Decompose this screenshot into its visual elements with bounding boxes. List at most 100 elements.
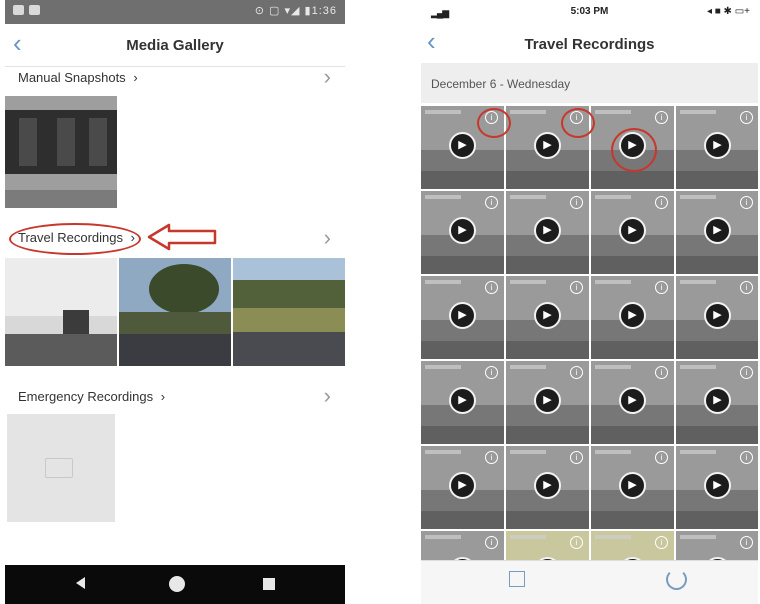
info-icon[interactable]: i — [485, 196, 498, 209]
chevron-right-icon[interactable]: › — [324, 66, 331, 88]
info-icon[interactable]: i — [485, 366, 498, 379]
recents-icon[interactable] — [263, 578, 275, 590]
info-icon[interactable]: i — [570, 366, 583, 379]
travel-thumbnail[interactable] — [5, 258, 117, 366]
info-icon[interactable]: i — [485, 281, 498, 294]
recording-thumbnail[interactable]: ▶i — [676, 276, 758, 359]
recording-thumbnail[interactable]: ▶i — [676, 361, 758, 444]
play-icon[interactable]: ▶ — [449, 302, 476, 329]
refresh-icon[interactable] — [666, 569, 687, 590]
info-icon[interactable]: i — [740, 111, 753, 124]
android-nav-bar — [5, 565, 345, 604]
recording-thumbnail[interactable]: ▶i — [676, 191, 758, 274]
info-icon[interactable]: i — [740, 451, 753, 464]
play-icon[interactable]: ▶ — [534, 387, 561, 414]
recording-thumbnail[interactable]: ▶i — [421, 361, 504, 444]
recording-thumbnail[interactable]: ▶i — [506, 361, 589, 444]
status-right-text: ⊙ ▢ ▾◢ ▮1:36 — [254, 5, 337, 17]
recording-thumbnail[interactable]: ▶i — [676, 446, 758, 529]
section-title: Manual Snapshots — [18, 70, 126, 85]
info-icon[interactable]: i — [570, 536, 583, 549]
ios-status-bar: ▂▄▆ 5:03 PM ◂ ■ ✱ ▭+ — [421, 0, 758, 24]
travel-recordings-screen: ▂▄▆ 5:03 PM ◂ ■ ✱ ▭+ ‹ Travel Recordings… — [421, 0, 758, 604]
play-icon[interactable]: ▶ — [449, 217, 476, 244]
info-icon[interactable]: i — [655, 281, 668, 294]
annotation-arrow-icon — [147, 223, 217, 251]
recording-thumbnail[interactable]: ▶i — [421, 531, 504, 560]
battery-icon: ◂ ■ ✱ ▭+ — [706, 6, 750, 17]
info-icon[interactable]: i — [740, 281, 753, 294]
play-icon[interactable]: ▶ — [534, 132, 561, 159]
play-icon[interactable]: ▶ — [534, 217, 561, 244]
info-icon[interactable]: i — [570, 281, 583, 294]
recording-thumbnail[interactable]: ▶i — [591, 531, 674, 560]
emergency-placeholder-thumbnail[interactable] — [7, 414, 115, 522]
play-icon[interactable]: ▶ — [449, 472, 476, 499]
play-icon[interactable]: ▶ — [449, 387, 476, 414]
recording-thumbnail[interactable]: ▶i — [591, 361, 674, 444]
play-icon[interactable]: ▶ — [619, 387, 646, 414]
info-icon[interactable]: i — [570, 451, 583, 464]
play-icon[interactable]: ▶ — [704, 132, 731, 159]
annotation-highlight-ring — [611, 128, 657, 172]
recording-thumbnail[interactable]: ▶i — [506, 276, 589, 359]
chevron-right-icon[interactable]: › — [324, 385, 331, 407]
recording-thumbnail[interactable]: ▶i — [591, 191, 674, 274]
section-arrow: › — [160, 389, 166, 404]
travel-thumbnail[interactable] — [119, 258, 231, 366]
chevron-right-icon[interactable]: › — [324, 227, 331, 249]
page-title: Media Gallery — [126, 37, 224, 54]
snapshot-thumbnail[interactable] — [5, 96, 117, 208]
recording-thumbnail[interactable]: ▶i — [421, 446, 504, 529]
share-icon[interactable] — [509, 571, 525, 587]
info-icon[interactable]: i — [485, 451, 498, 464]
home-icon[interactable] — [169, 576, 185, 592]
recording-thumbnail[interactable]: ▶i — [506, 531, 589, 560]
info-icon[interactable]: i — [740, 536, 753, 549]
android-status-bar: ⊙ ▢ ▾◢ ▮1:36 — [5, 0, 345, 24]
play-icon[interactable]: ▶ — [704, 472, 731, 499]
section-title: Emergency Recordings — [18, 389, 154, 404]
info-icon[interactable]: i — [485, 536, 498, 549]
info-icon[interactable]: i — [655, 196, 668, 209]
recording-thumbnail[interactable]: ▶i — [421, 276, 504, 359]
play-icon[interactable]: ▶ — [704, 217, 731, 244]
recording-thumbnail[interactable]: ▶i — [591, 276, 674, 359]
media-gallery-screen: ⊙ ▢ ▾◢ ▮1:36 ‹ Media Gallery Manual Snap… — [5, 0, 345, 604]
date-label: December 6 - Wednesday — [431, 77, 571, 91]
recording-thumbnail[interactable]: ▶i — [676, 531, 758, 560]
page-title: Travel Recordings — [524, 36, 655, 53]
play-icon[interactable]: ▶ — [619, 302, 646, 329]
notification-icons — [13, 5, 40, 15]
play-icon[interactable]: ▶ — [704, 387, 731, 414]
nav-bar: ‹ Media Gallery — [5, 24, 345, 67]
recording-thumbnail[interactable]: ▶i — [506, 191, 589, 274]
back-icon[interactable] — [76, 577, 85, 589]
travel-thumbnail[interactable] — [233, 258, 345, 366]
section-arrow: › — [130, 230, 135, 245]
section-travel-recordings[interactable]: Travel Recordings › — [18, 230, 135, 245]
info-icon[interactable]: i — [740, 196, 753, 209]
section-title: Travel Recordings — [18, 230, 124, 245]
recording-thumbnail[interactable]: ▶i — [676, 106, 758, 189]
section-manual-snapshots[interactable]: Manual Snapshots › — [18, 70, 138, 85]
section-emergency-recordings[interactable]: Emergency Recordings › — [18, 389, 165, 404]
info-icon[interactable]: i — [570, 196, 583, 209]
recording-thumbnail[interactable]: ▶i — [421, 191, 504, 274]
info-icon[interactable]: i — [655, 451, 668, 464]
play-icon[interactable]: ▶ — [619, 217, 646, 244]
info-icon[interactable]: i — [655, 111, 668, 124]
recording-thumbnail[interactable]: ▶i — [506, 446, 589, 529]
nav-bar: ‹ Travel Recordings — [421, 22, 758, 65]
info-icon[interactable]: i — [655, 536, 668, 549]
play-icon[interactable]: ▶ — [704, 302, 731, 329]
bottom-toolbar — [421, 560, 758, 604]
play-icon[interactable]: ▶ — [449, 132, 476, 159]
play-icon[interactable]: ▶ — [534, 302, 561, 329]
play-icon[interactable]: ▶ — [534, 472, 561, 499]
section-arrow: › — [133, 70, 138, 85]
play-icon[interactable]: ▶ — [619, 472, 646, 499]
info-icon[interactable]: i — [655, 366, 668, 379]
recording-thumbnail[interactable]: ▶i — [591, 446, 674, 529]
info-icon[interactable]: i — [740, 366, 753, 379]
